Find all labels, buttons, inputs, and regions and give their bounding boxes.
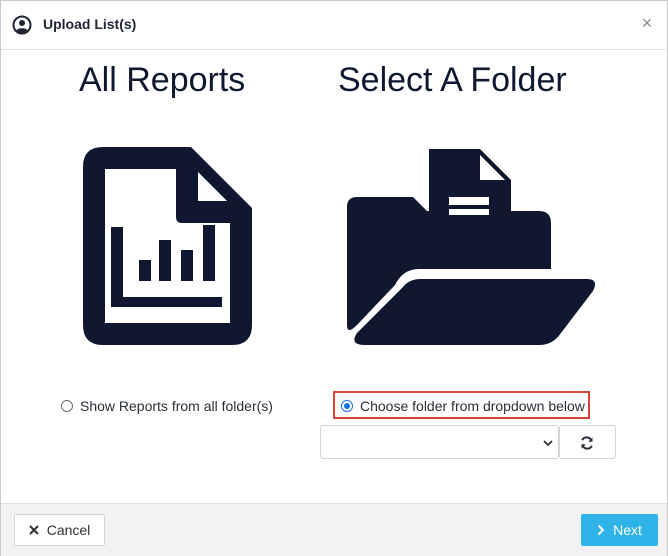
chevron-down-icon xyxy=(543,440,553,447)
cancel-label: Cancel xyxy=(46,522,91,538)
choose-folder-label: Choose folder from dropdown below xyxy=(360,398,585,414)
show-all-folders-option[interactable]: Show Reports from all folder(s) xyxy=(61,396,273,416)
all-reports-heading: All Reports xyxy=(79,61,246,99)
choose-folder-radio[interactable] xyxy=(341,400,353,412)
select-folder-heading: Select A Folder xyxy=(338,61,567,99)
dialog-footer: Cancel Next xyxy=(1,503,667,556)
folder-open-icon[interactable] xyxy=(343,147,599,345)
dialog-header: Upload List(s) × xyxy=(1,1,667,50)
show-all-folders-label: Show Reports from all folder(s) xyxy=(80,398,273,414)
dialog-title: Upload List(s) xyxy=(43,16,137,32)
choose-folder-option[interactable]: Choose folder from dropdown below xyxy=(341,396,585,416)
user-circle-icon xyxy=(12,15,32,35)
show-all-folders-radio[interactable] xyxy=(61,400,73,412)
close-icon[interactable]: × xyxy=(637,13,657,33)
next-label: Next xyxy=(613,522,642,538)
cancel-button[interactable]: Cancel xyxy=(14,514,105,546)
chevron-right-icon xyxy=(597,524,605,536)
close-icon xyxy=(28,525,39,535)
refresh-icon xyxy=(581,436,593,450)
refresh-button[interactable] xyxy=(559,425,616,459)
folder-select[interactable] xyxy=(320,425,559,459)
upload-list-dialog: Upload List(s) × All Reports Select A Fo… xyxy=(0,0,668,556)
next-button[interactable]: Next xyxy=(581,514,658,546)
file-chart-icon[interactable] xyxy=(83,147,252,345)
